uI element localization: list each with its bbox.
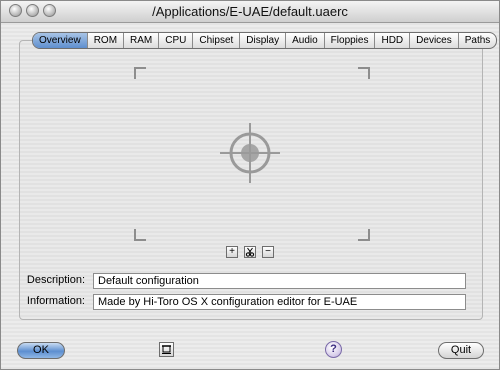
frame-corner-top-left — [134, 67, 146, 79]
tab-cpu[interactable]: CPU — [158, 33, 192, 48]
frame-corner-top-right — [358, 67, 370, 79]
tab-chipset[interactable]: Chipset — [192, 33, 239, 48]
tab-ram[interactable]: RAM — [123, 33, 158, 48]
overview-panel: + − Description: Information: — [19, 40, 483, 320]
window-title: /Applications/E-UAE/default.uaerc — [152, 4, 348, 19]
tab-rom[interactable]: ROM — [86, 33, 123, 48]
ok-button[interactable]: OK — [17, 342, 65, 359]
quit-button[interactable]: Quit — [438, 342, 484, 359]
remove-image-button[interactable]: − — [262, 246, 274, 258]
title-bar: /Applications/E-UAE/default.uaerc — [1, 1, 499, 23]
description-label: Description: — [26, 274, 85, 286]
description-field[interactable] — [93, 273, 466, 289]
tab-audio[interactable]: Audio — [285, 33, 324, 48]
information-field[interactable] — [93, 294, 466, 310]
information-label: Information: — [26, 295, 85, 307]
add-image-button[interactable]: + — [226, 246, 238, 258]
tab-floppies[interactable]: Floppies — [323, 33, 375, 48]
scissors-icon — [245, 247, 255, 257]
window-icon — [162, 345, 171, 354]
preferences-window: /Applications/E-UAE/default.uaerc + − De… — [0, 0, 500, 370]
tab-overview[interactable]: Overview — [33, 33, 87, 48]
tab-paths[interactable]: Paths — [457, 33, 497, 48]
help-button[interactable]: ? — [325, 341, 342, 358]
tab-devices[interactable]: Devices — [409, 33, 458, 48]
frame-corner-bottom-right — [358, 229, 370, 241]
window-toggle-button[interactable] — [159, 342, 174, 357]
clear-image-button[interactable] — [244, 246, 256, 258]
frame-corner-bottom-left — [134, 229, 146, 241]
tab-bar: Overview ROM RAM CPU Chipset Display Aud… — [32, 32, 498, 49]
crosshair-icon — [220, 123, 280, 183]
tab-display[interactable]: Display — [239, 33, 285, 48]
tab-hdd[interactable]: HDD — [374, 33, 409, 48]
